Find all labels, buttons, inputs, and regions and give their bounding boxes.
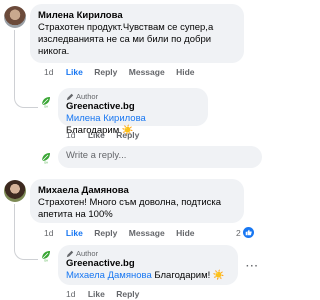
author-badge: Author [66,249,230,258]
reply-message: Благодарим! [154,270,211,281]
reply-button[interactable]: Reply [116,289,139,299]
leaf-icon: GA [41,251,50,263]
comment-time[interactable]: 1d [44,228,53,238]
reply-actions: 1d Like Reply [66,130,148,140]
avatar[interactable] [4,180,26,202]
reply-text: Михаела Дамянова Благодарим! ☀️ [66,270,230,282]
leaf-icon: GA [41,97,50,109]
greenactive-logo[interactable]: GA [38,247,54,263]
author-badge: Author [66,92,200,101]
comment-bubble: Милена Кирилова Страхотен продукт.Чувств… [30,4,244,63]
comment-author[interactable]: Михаела Дамянова [38,185,236,197]
thread-connector [14,204,38,260]
like-reaction-icon [242,227,254,238]
leaf-icon: GA [41,153,50,165]
pencil-icon [66,93,74,100]
reply-button[interactable]: Reply [94,228,117,238]
more-dots-icon[interactable]: ··· [246,262,259,272]
comment-actions: 1d Like Reply Message Hide [44,67,203,77]
like-button[interactable]: Like [88,130,105,140]
like-button[interactable]: Like [88,289,105,299]
thread-connector [14,30,38,108]
pencil-icon [66,250,74,257]
reaction-summary[interactable]: 2 [236,227,254,238]
mention-link[interactable]: Милена Кирилова [66,113,146,124]
reply-time[interactable]: 1d [66,130,75,140]
svg-text:GA: GA [44,105,48,109]
author-badge-label: Author [76,92,99,101]
reply-input[interactable]: Write a reply... [58,146,262,168]
reply-actions: 1d Like Reply [66,289,148,299]
hide-button[interactable]: Hide [176,228,194,238]
greenactive-logo[interactable]: GA [38,149,54,165]
comment-text: Страхотен! Много съм доволна, подтиска а… [38,197,222,220]
like-button[interactable]: Like [66,67,83,77]
sun-emoji: ☀️ [212,270,225,281]
reply-bubble: Author Greenactive.bg Милена Кирилова Бл… [58,88,208,136]
reply-button[interactable]: Reply [94,67,117,77]
comment-author[interactable]: Милена Кирилова [38,10,236,22]
reaction-count: 2 [236,227,241,238]
reply-author[interactable]: Greenactive.bg [66,101,200,113]
message-button[interactable]: Message [129,228,165,238]
comment-actions: 1d Like Reply Message Hide [44,228,203,238]
reply-time[interactable]: 1d [66,289,75,299]
comment-text: Страхотен продукт.Чувствам се супер,а из… [38,22,214,57]
message-button[interactable]: Message [129,67,165,77]
comment-time[interactable]: 1d [44,67,53,77]
reply-button[interactable]: Reply [116,130,139,140]
avatar[interactable] [4,6,26,28]
svg-text:GA: GA [44,259,48,263]
author-badge-label: Author [76,249,99,258]
mention-link[interactable]: Михаела Дамянова [66,270,152,281]
like-button[interactable]: Like [66,228,83,238]
greenactive-logo[interactable]: GA [38,93,54,109]
hide-button[interactable]: Hide [176,67,194,77]
reply-bubble: Author Greenactive.bg Михаела Дамянова Б… [58,245,238,285]
reply-author[interactable]: Greenactive.bg [66,258,230,270]
svg-text:GA: GA [44,161,48,165]
comment-bubble: Михаела Дамянова Страхотен! Много съм до… [30,179,244,223]
